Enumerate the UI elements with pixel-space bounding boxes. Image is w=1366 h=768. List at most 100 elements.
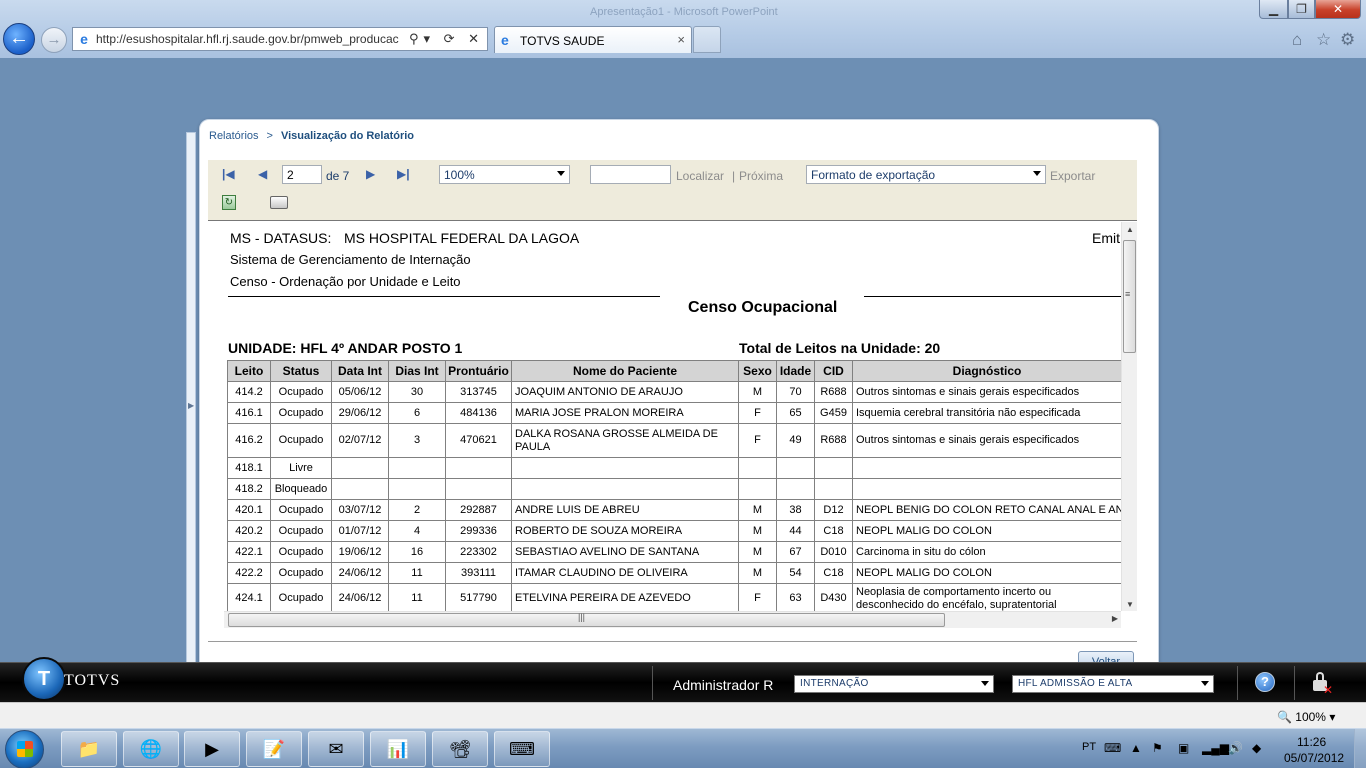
powerpoint-taskbar-icon[interactable]: 📽 <box>432 731 488 767</box>
chevron-down-icon <box>981 681 989 686</box>
footer-divider <box>652 666 653 700</box>
table-cell: 418.2 <box>227 478 271 500</box>
table-cell: 420.2 <box>227 520 271 542</box>
table-cell: Ocupado <box>270 402 332 424</box>
network-signal-icon[interactable]: ▂▄▆ <box>1202 741 1229 755</box>
notepad-taskbar-icon[interactable]: 📝 <box>246 731 302 767</box>
address-tools-icons[interactable]: ⚲▾ ⟳ ✕ <box>409 31 484 47</box>
new-tab-button[interactable] <box>693 26 721 53</box>
column-header: Prontuário <box>445 360 512 382</box>
logout-lock-icon[interactable]: ✕ <box>1311 671 1333 697</box>
window-title-ghost: Apresentação1 - Microsoft PowerPoint <box>590 6 778 18</box>
table-header-row: Leito Status Data Int Dias Int Prontuári… <box>227 360 1121 382</box>
media-player-taskbar-icon[interactable]: ▶ <box>184 731 240 767</box>
org-label: MS - DATASUS: <box>230 230 332 246</box>
previous-page-icon[interactable]: ◀ <box>258 167 267 181</box>
refresh-icon[interactable]: ↻ <box>222 195 236 210</box>
table-row: 418.2 Bloqueado <box>227 478 1121 500</box>
table-row: 418.1 Livre <box>227 457 1121 479</box>
start-button[interactable] <box>5 730 44 768</box>
tab-close-icon[interactable]: × <box>677 32 685 47</box>
outlook-taskbar-icon[interactable]: ✉ <box>308 731 364 767</box>
dropbox-icon[interactable]: ◆ <box>1252 741 1261 755</box>
address-bar[interactable]: e http://esushospitalar.hfl.rj.saude.gov… <box>72 27 488 51</box>
table-cell: 292887 <box>445 499 512 521</box>
minimize-button[interactable]: ▁ <box>1259 0 1288 19</box>
table-cell: 30 <box>388 381 446 403</box>
volume-icon[interactable]: 🔊 <box>1228 741 1243 755</box>
find-text-input[interactable] <box>590 165 671 184</box>
vertical-scrollbar[interactable]: ▲ ≡ ▼ <box>1121 222 1137 611</box>
forward-button[interactable]: → <box>41 27 67 53</box>
zoom-select[interactable]: 100% <box>439 165 570 184</box>
print-icon[interactable] <box>270 196 288 209</box>
table-cell: 24/06/12 <box>331 562 389 584</box>
table-cell <box>331 457 389 479</box>
excel-taskbar-icon[interactable]: 📊 <box>370 731 426 767</box>
last-page-icon[interactable]: ▶| <box>397 167 410 181</box>
table-cell: M <box>738 541 777 563</box>
scroll-grip-icon: ||| <box>578 612 586 622</box>
back-button[interactable]: ← <box>3 23 35 55</box>
scroll-up-arrow-icon[interactable]: ▲ <box>1126 225 1134 234</box>
table-cell <box>445 478 512 500</box>
column-header: Nome do Paciente <box>511 360 739 382</box>
clock-time[interactable]: 11:26 <box>1297 735 1326 749</box>
breadcrumb-reports-link[interactable]: Relatórios <box>209 130 259 142</box>
explorer-taskbar-icon[interactable]: 📁 <box>61 731 117 767</box>
chevron-down-icon <box>1033 171 1041 176</box>
show-desktop-button[interactable] <box>1354 729 1366 768</box>
next-page-icon[interactable]: ▶ <box>366 167 375 181</box>
export-link[interactable]: Exportar <box>1050 169 1095 183</box>
report-content: MS - DATASUS: MS HOSPITAL FEDERAL DA LAG… <box>208 222 1121 611</box>
table-cell: R688 <box>814 423 853 458</box>
action-center-flag-icon[interactable]: ⚑ <box>1152 741 1163 755</box>
table-cell: 418.1 <box>227 457 271 479</box>
keyboard-icon[interactable]: ⌨ <box>1104 741 1121 755</box>
column-header: Status <box>270 360 332 382</box>
title-rule-left <box>228 296 660 297</box>
table-cell: MARIA JOSE PRALON MOREIRA <box>511 402 739 424</box>
url-text[interactable]: http://esushospitalar.hfl.rj.saude.gov.b… <box>96 32 406 46</box>
table-cell: M <box>738 562 777 584</box>
tab-totvs-saude[interactable]: e TOTVS SAUDE × <box>494 26 692 53</box>
table-cell: JOAQUIM ANTONIO DE ARAUJO <box>511 381 739 403</box>
favorites-icon[interactable]: ☆ <box>1316 30 1331 50</box>
first-page-icon[interactable]: |◀ <box>222 167 235 181</box>
device-icon[interactable]: ▣ <box>1178 741 1189 755</box>
help-icon[interactable]: ? <box>1255 672 1275 692</box>
export-format-select[interactable]: Formato de exportação <box>806 165 1046 184</box>
zoom-level[interactable]: 🔍 100% ▾ <box>1277 710 1335 724</box>
horizontal-scrollbar[interactable]: ||| ▶ <box>224 611 1121 628</box>
show-hidden-icons-icon[interactable]: ▲ <box>1130 741 1142 755</box>
page-number-input[interactable] <box>282 165 322 184</box>
table-cell <box>738 478 777 500</box>
unit-select[interactable]: HFL ADMISSÃO E ALTA <box>1012 675 1214 693</box>
language-indicator[interactable]: PT <box>1082 741 1096 753</box>
table-cell: F <box>738 583 777 611</box>
scroll-right-arrow-icon[interactable]: ▶ <box>1112 614 1118 623</box>
tools-gear-icon[interactable]: ⚙ <box>1340 30 1355 50</box>
table-cell: D010 <box>814 541 853 563</box>
internet-explorer-taskbar-icon[interactable]: 🌐 <box>123 731 179 767</box>
table-cell: D12 <box>814 499 853 521</box>
horizontal-scroll-thumb[interactable] <box>228 613 945 627</box>
table-cell: 4 <box>388 520 446 542</box>
clock-date[interactable]: 05/07/2012 <box>1284 751 1344 765</box>
restore-button[interactable]: ❐ <box>1288 0 1315 19</box>
home-icon[interactable]: ⌂ <box>1292 30 1302 50</box>
command-prompt-taskbar-icon[interactable]: ⌨ <box>494 731 550 767</box>
scroll-down-arrow-icon[interactable]: ▼ <box>1126 600 1134 609</box>
close-window-button[interactable]: ✕ <box>1315 0 1361 19</box>
find-link[interactable]: Localizar <box>676 169 724 183</box>
table-cell: 2 <box>388 499 446 521</box>
collapsed-side-panel[interactable]: ▶ <box>186 132 196 680</box>
system-name: Sistema de Gerenciamento de Internação <box>230 252 471 267</box>
find-next-link[interactable]: Próxima <box>739 169 783 183</box>
table-cell: SEBASTIAO AVELINO DE SANTANA <box>511 541 739 563</box>
module-select[interactable]: INTERNAÇÃO <box>794 675 994 693</box>
chevron-down-icon <box>557 171 565 176</box>
table-cell: Outros sintomas e sinais gerais especifi… <box>852 381 1121 403</box>
expand-arrow-icon[interactable]: ▶ <box>188 401 194 410</box>
table-cell: 422.1 <box>227 541 271 563</box>
